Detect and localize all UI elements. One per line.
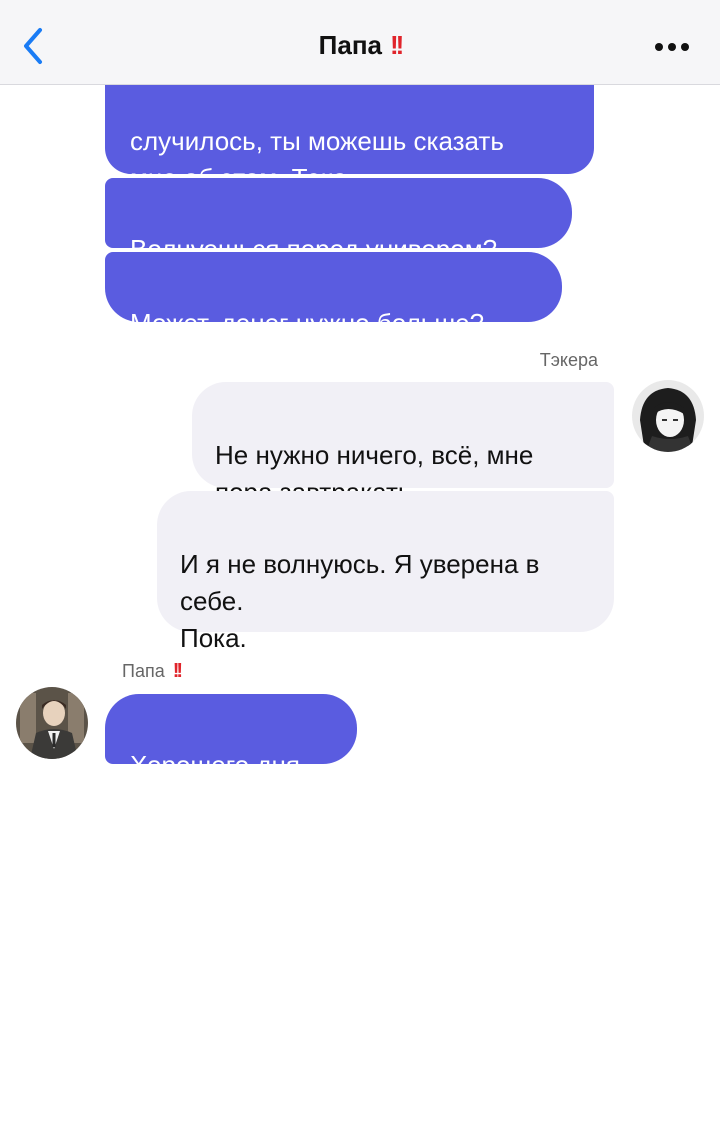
double-exclamation-emoji: !! [389,30,404,60]
message-bubble-dad[interactable]: Хорошего дня. [105,694,357,780]
message-text: И я не волнуюсь. Я уверена в себе. Пока. [180,549,540,653]
double-exclamation-emoji: !! [172,660,183,682]
message-bubble-mine[interactable]: И я не волнуюсь. Я уверена в себе. Пока. [157,491,614,653]
chat-title[interactable]: Папа!! [0,30,720,61]
contact-avatar-icon [16,687,88,759]
message-text: Хорошего дня. [130,750,308,780]
more-button[interactable] [654,40,690,52]
message-bubble-dad[interactable]: Может, денег нужно больше? [105,252,562,338]
avatar[interactable] [16,687,88,759]
sender-name: Папа!! [122,660,183,682]
message-text: Может, денег нужно больше? [130,308,485,338]
user-avatar-icon [632,380,704,452]
avatar[interactable] [632,380,704,452]
chat-header: Папа!! [0,0,720,85]
ellipsis-icon [655,43,689,51]
sender-name: Тэкера [539,350,598,370]
message-bubble-mine[interactable]: Не нужно ничего, всё, мне пора завтракат… [192,382,614,507]
contact-name: Папа [318,30,382,60]
message-bubble-dad[interactable]: Волнуешься перед универом? [105,178,572,264]
